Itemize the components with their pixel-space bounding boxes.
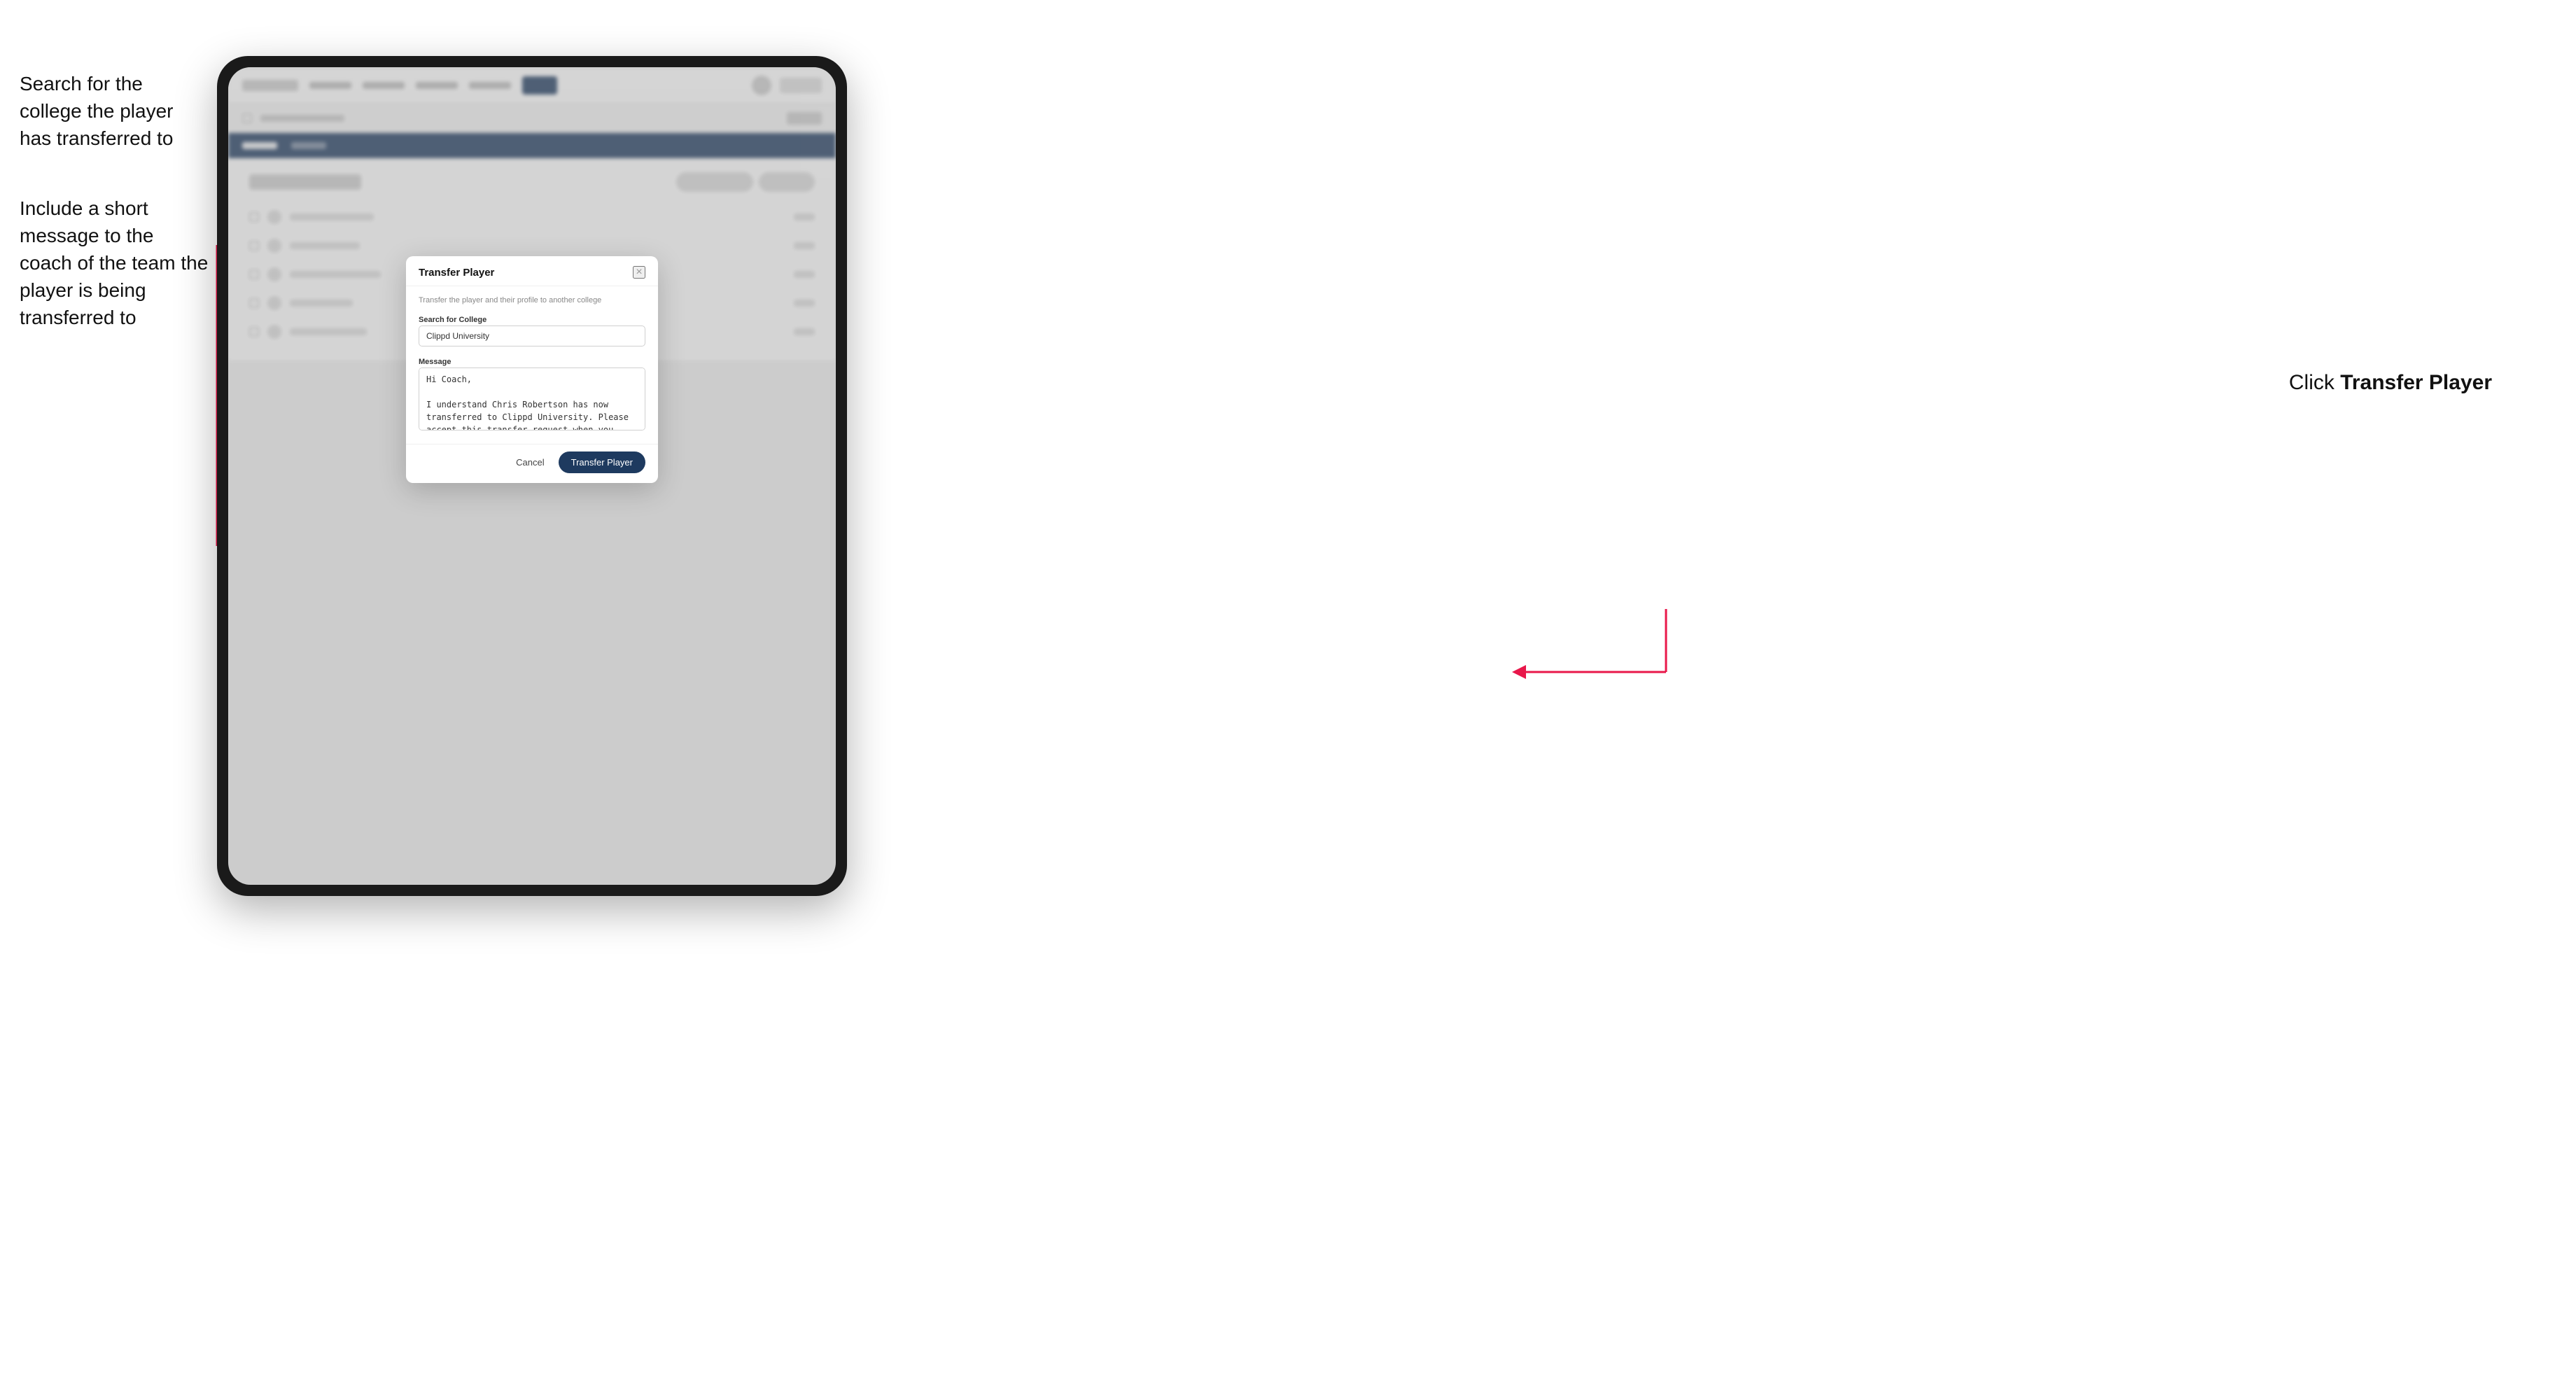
ipad-screen: Transfer Player × Transfer the player an… <box>228 67 836 885</box>
cancel-button[interactable]: Cancel <box>509 453 551 472</box>
annotation-transfer-bold: Transfer Player <box>2340 371 2492 394</box>
transfer-player-button[interactable]: Transfer Player <box>559 451 645 473</box>
annotation-search-text: Search for the college the player has tr… <box>20 70 209 153</box>
annotation-message-text: Include a short message to the coach of … <box>20 195 209 332</box>
modal-subtitle: Transfer the player and their profile to… <box>419 296 645 304</box>
message-textarea[interactable] <box>419 368 645 430</box>
modal-body: Transfer the player and their profile to… <box>406 286 658 444</box>
message-label: Message <box>419 358 451 366</box>
modal-header: Transfer Player × <box>406 256 658 286</box>
modal-footer: Cancel Transfer Player <box>406 444 658 483</box>
modal-overlay: Transfer Player × Transfer the player an… <box>228 67 836 885</box>
annotation-left-container: Search for the college the player has tr… <box>20 70 209 332</box>
annotation-click-text: Click <box>2289 371 2340 394</box>
modal-dialog: Transfer Player × Transfer the player an… <box>406 256 658 483</box>
ipad-device: Transfer Player × Transfer the player an… <box>217 56 847 896</box>
annotation-right-container: Click Transfer Player <box>2289 371 2492 395</box>
search-college-input[interactable] <box>419 326 645 346</box>
modal-title: Transfer Player <box>419 267 494 279</box>
search-college-label: Search for College <box>419 316 486 324</box>
close-button[interactable]: × <box>633 266 645 279</box>
